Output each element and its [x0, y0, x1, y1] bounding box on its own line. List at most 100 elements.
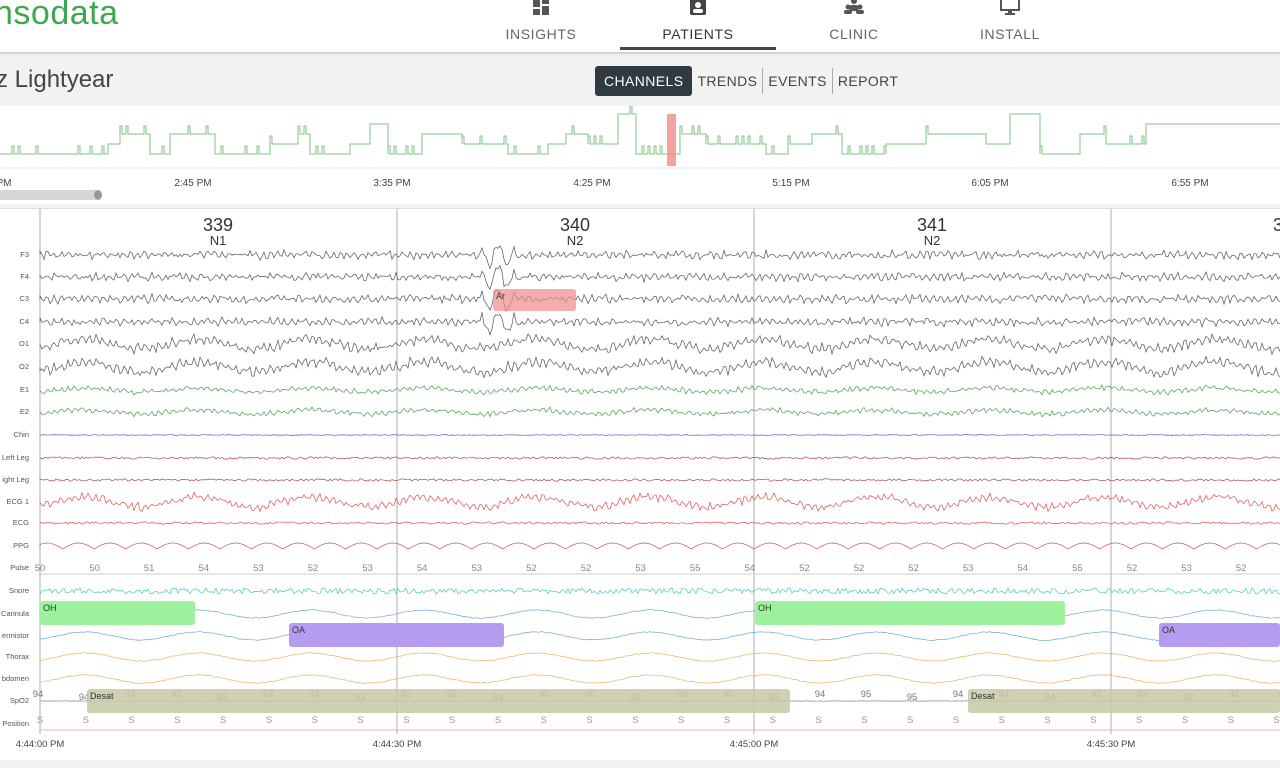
epoch-stage: N1: [209, 233, 227, 248]
pulse-value: 54: [416, 563, 428, 574]
spo2-value: 95: [860, 689, 872, 700]
channel-trace: [39, 652, 1280, 662]
overview-time-tick: 4:25 PM: [573, 178, 611, 189]
nav-install-label: INSTALL: [980, 26, 1040, 42]
channel-label[interactable]: F4: [20, 272, 29, 281]
channel-label[interactable]: E1: [20, 385, 29, 394]
position-value: S: [128, 715, 135, 726]
spo2-value: 94: [952, 689, 964, 700]
event-desat[interactable]: Desat: [87, 689, 790, 713]
channel-label[interactable]: ermistor: [2, 631, 29, 640]
pulse-value: 51: [143, 563, 155, 574]
nav-patients[interactable]: PATIENTS: [620, 0, 776, 50]
epoch-number: 3: [1272, 215, 1280, 235]
pulse-value: 54: [744, 563, 756, 574]
channel-label[interactable]: SpO2: [10, 696, 29, 705]
overview-time-tick: 5:15 PM: [772, 178, 810, 189]
channel-label[interactable]: PPG: [13, 541, 29, 550]
tab-channels[interactable]: CHANNELS: [595, 66, 693, 96]
position-value: S: [357, 715, 364, 726]
spo2-value: 95: [906, 692, 918, 703]
event-arousal[interactable]: Ar: [493, 289, 576, 311]
event-desat[interactable]: Desat: [968, 689, 1280, 713]
position-value: S: [1044, 715, 1051, 726]
pulse-value: 52: [908, 563, 919, 574]
position-value: S: [494, 715, 502, 726]
channel-trace: [39, 355, 1280, 379]
spo2-value: 94: [32, 689, 44, 700]
top-nav-bar: nsodata INSIGHTS PATIENTS CLINIC INSTALL: [0, 0, 1280, 52]
channel-label[interactable]: O1: [19, 339, 29, 348]
overview-time-tick: 2:45 PM: [174, 178, 212, 189]
event-oh[interactable]: OH: [755, 601, 1065, 625]
channel-label[interactable]: ight Leg: [2, 475, 29, 484]
position-value: S: [1273, 715, 1280, 726]
channel-trace: [39, 456, 1280, 460]
channel-label[interactable]: O2: [19, 362, 29, 371]
tab-events[interactable]: EVENTS: [763, 66, 831, 96]
psg-channels-panel[interactable]: 339 N1 340 N2 341 N2 3 F3 F4 C3 C4 O1 O2 E1 E2 C…: [0, 208, 1280, 760]
overview-time-tick: 3:35 PM: [373, 178, 411, 189]
time-axis-tick: 4:45:00 PM: [729, 739, 779, 750]
channel-label[interactable]: bdomen: [2, 674, 29, 683]
pulse-value: 52: [526, 563, 537, 574]
channel-trace: [39, 264, 1280, 290]
tab-trends[interactable]: TRENDS: [692, 66, 762, 96]
nav-insights-label: INSIGHTS: [505, 26, 577, 42]
pulse-value: 50: [89, 563, 100, 574]
channel-trace: [39, 312, 1280, 336]
event-oa[interactable]: OA: [1159, 623, 1280, 647]
position-value: S: [265, 715, 273, 726]
tab-report[interactable]: REPORT: [833, 66, 904, 96]
pulse-value: 53: [635, 563, 646, 574]
pulse-value: 54: [1017, 563, 1029, 574]
channel-label[interactable]: C3: [19, 294, 29, 303]
channel-trace: [39, 491, 1280, 513]
nav-clinic[interactable]: CLINIC: [776, 0, 932, 50]
position-value: S: [82, 715, 89, 726]
pulse-value: 52: [799, 563, 810, 574]
channel-trace: [39, 332, 1280, 356]
channel-label[interactable]: Snore: [9, 586, 29, 595]
overview-cursor[interactable]: [667, 114, 676, 166]
nav-insights[interactable]: INSIGHTS: [463, 0, 619, 50]
patient-name: z Lightyear: [0, 66, 114, 93]
channel-trace: [39, 542, 1280, 550]
channel-label[interactable]: ECG: [13, 518, 29, 527]
channel-label[interactable]: Pulse: [10, 563, 29, 572]
channel-trace: [39, 674, 1280, 684]
app-logo[interactable]: nsodata: [0, 0, 119, 33]
channel-label[interactable]: F3: [20, 250, 29, 259]
position-value: S: [1136, 715, 1143, 726]
hypnogram-trace[interactable]: [0, 106, 1280, 176]
position-value: S: [998, 715, 1005, 726]
overview-scroll-handle[interactable]: [94, 190, 102, 200]
channel-trace: [39, 478, 1280, 482]
position-value: S: [861, 715, 868, 726]
overview-scrollbar[interactable]: [0, 190, 100, 200]
app-root: nsodata INSIGHTS PATIENTS CLINIC INSTALL…: [0, 0, 1280, 768]
position-value: S: [586, 715, 593, 726]
nav-install[interactable]: INSTALL: [932, 0, 1088, 50]
position-value: S: [632, 715, 639, 726]
channel-label[interactable]: E2: [20, 407, 29, 416]
channel-label[interactable]: C4: [19, 317, 29, 326]
patient-badge-icon: [690, 0, 706, 15]
channel-trace: [39, 245, 1280, 270]
channel-label[interactable]: Thorax: [6, 652, 29, 661]
channel-trace: [39, 384, 1280, 396]
position-value: S: [678, 715, 685, 726]
hypnogram-overview[interactable]: PM 2:45 PM 3:35 PM 4:25 PM 5:15 PM 6:05 …: [0, 106, 1280, 204]
channel-label[interactable]: Left Leg: [2, 453, 29, 462]
position-value: S: [174, 715, 181, 726]
channel-label[interactable]: ECG 1: [6, 497, 29, 506]
position-value: S: [36, 715, 44, 726]
channel-label[interactable]: Position: [2, 719, 29, 728]
psg-waveforms[interactable]: [0, 209, 1280, 761]
channel-label[interactable]: Chin: [14, 430, 29, 439]
event-oh[interactable]: OH: [40, 601, 195, 625]
channel-label[interactable]: Cannula: [1, 609, 29, 618]
event-oa[interactable]: OA: [289, 623, 504, 647]
position-value: S: [952, 715, 960, 726]
time-axis-tick: 4:45:30 PM: [1086, 739, 1136, 750]
